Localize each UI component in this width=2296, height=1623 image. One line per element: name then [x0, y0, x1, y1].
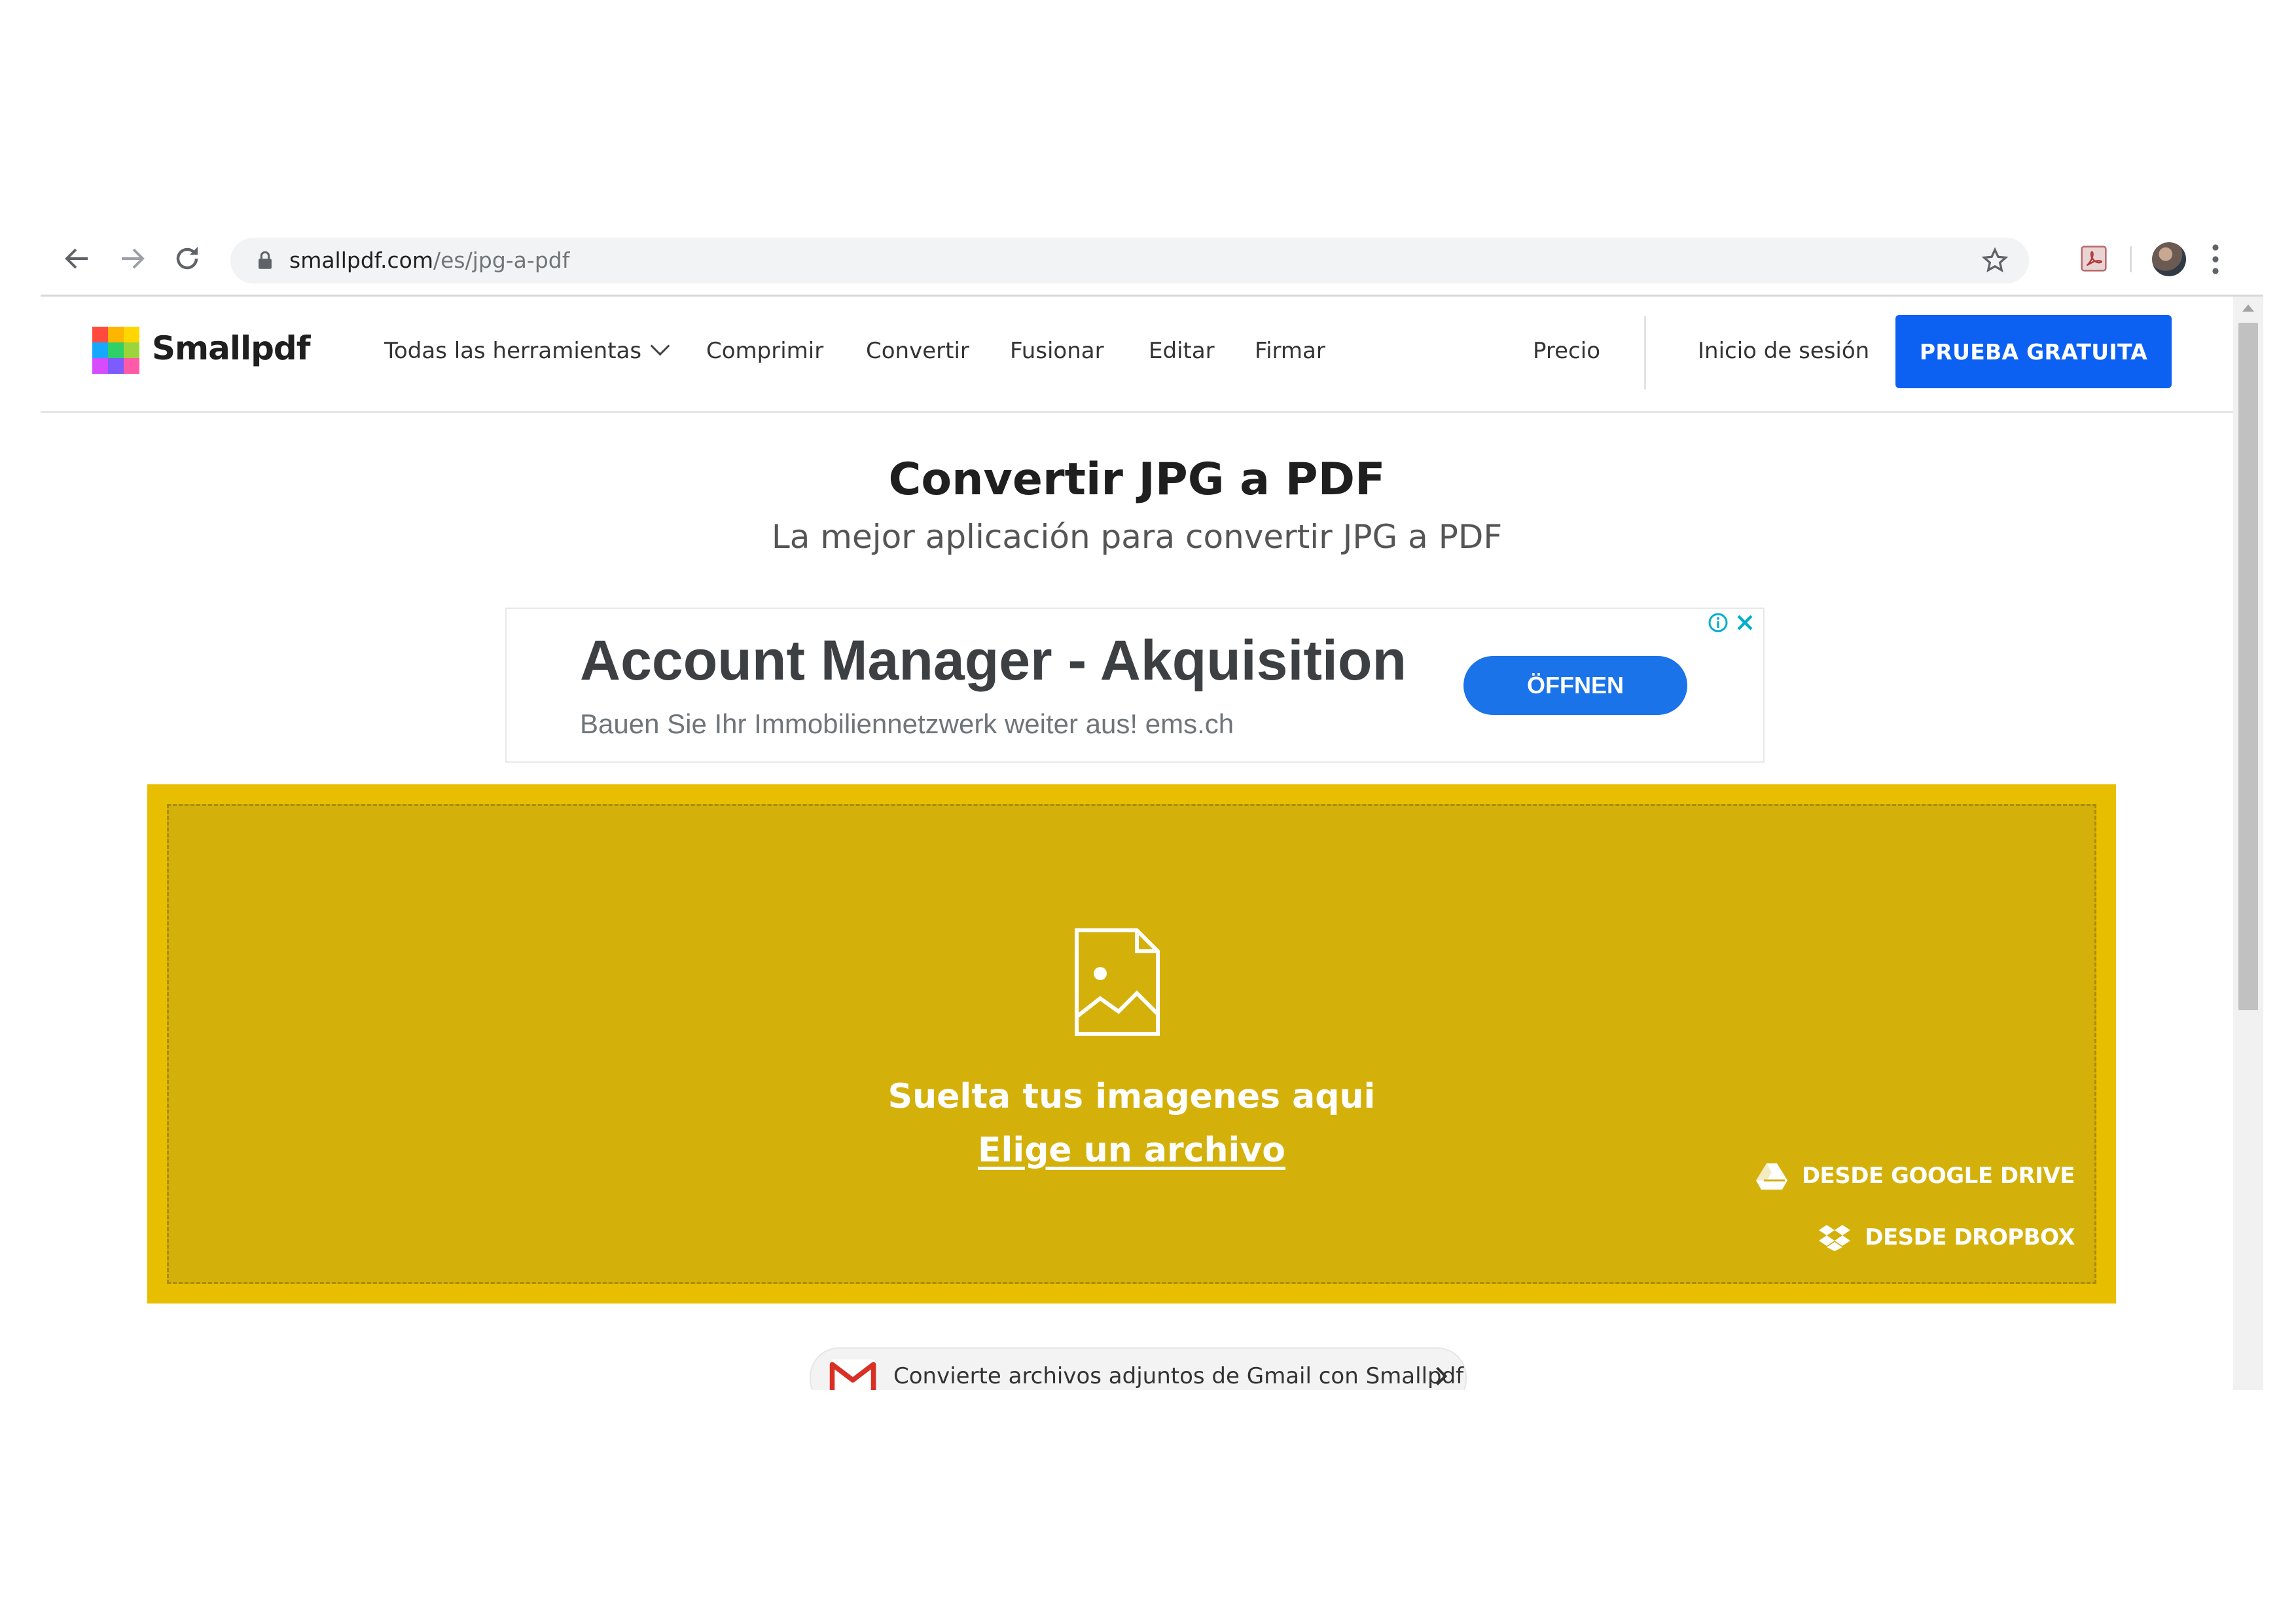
address-bar[interactable]: smallpdf.com/es/jpg-a-pdf: [230, 238, 2029, 283]
nav-compress[interactable]: Comprimir: [706, 338, 823, 364]
ad-title[interactable]: Account Manager - Akquisition: [580, 629, 1407, 693]
scrollbar-thumb[interactable]: [2238, 323, 2258, 1010]
file-drop-zone[interactable]: Suelta tus imagenes aqui Elige un archiv…: [147, 784, 2116, 1304]
page-scrollbar[interactable]: [2233, 297, 2263, 1390]
image-file-icon: [1075, 928, 1160, 1036]
nav-all-tools[interactable]: Todas las herramientas: [384, 336, 670, 364]
ad-open-button[interactable]: ÖFFNEN: [1463, 656, 1687, 715]
page-title: Convertir JPG a PDF: [888, 454, 1386, 505]
reload-button[interactable]: [169, 240, 206, 277]
ad-info-icon[interactable]: [1708, 612, 1729, 633]
chevron-down-icon: [650, 336, 670, 356]
brand-name[interactable]: Smallpdf: [152, 329, 310, 367]
nav-convert[interactable]: Convertir: [866, 338, 969, 364]
back-arrow-icon: [65, 248, 88, 269]
ad-description: Bauen Sie Ihr Immobiliennetzwerk weiter …: [580, 708, 1234, 739]
back-button[interactable]: [59, 240, 96, 277]
drop-zone-dashed-area[interactable]: Suelta tus imagenes aqui Elige un archiv…: [167, 804, 2096, 1284]
page-viewport: Smallpdf Todas las herramientas Comprimi…: [41, 297, 2233, 1390]
login-link[interactable]: Inicio de sesión: [1698, 338, 1869, 364]
gmail-icon: [829, 1359, 876, 1390]
site-header: Smallpdf Todas las herramientas Comprimi…: [41, 297, 2233, 413]
nav-edit[interactable]: Editar: [1149, 338, 1215, 364]
nav-merge[interactable]: Fusionar: [1010, 338, 1104, 364]
scroll-up-arrow-icon[interactable]: [2242, 304, 2254, 312]
ad-close-icon[interactable]: [1734, 612, 1755, 633]
nav-pricing[interactable]: Precio: [1533, 338, 1600, 364]
google-drive-button[interactable]: DESDE GOOGLE DRIVE: [1755, 1159, 2075, 1192]
google-drive-icon: [1755, 1163, 1787, 1190]
profile-avatar[interactable]: [2152, 242, 2186, 276]
nav-sign[interactable]: Firmar: [1255, 338, 1325, 364]
toolbar-separator: [2130, 246, 2132, 272]
reload-icon: [176, 247, 198, 270]
drop-instruction: Suelta tus imagenes aqui: [888, 1077, 1376, 1116]
url-path: /es/jpg-a-pdf: [433, 247, 570, 273]
google-drive-label: DESDE GOOGLE DRIVE: [1801, 1163, 2075, 1189]
url-host: smallpdf.com: [289, 247, 433, 273]
pdf-extension-icon[interactable]: [2079, 244, 2108, 273]
dropbox-label: DESDE DROPBOX: [1865, 1224, 2075, 1250]
forward-button[interactable]: [114, 240, 151, 277]
page-subtitle: La mejor aplicación para convertir JPG a…: [771, 518, 1503, 556]
forward-arrow-icon: [122, 248, 145, 269]
free-trial-button[interactable]: PRUEBA GRATUITA: [1895, 315, 2172, 388]
gmail-promo-text: Convierte archivos adjuntos de Gmail con…: [893, 1363, 1464, 1389]
lock-icon: [259, 251, 272, 269]
dropbox-icon: [1819, 1225, 1851, 1251]
nav-all-tools-label: Todas las herramientas: [384, 338, 642, 364]
gmail-promo-link[interactable]: Convierte archivos adjuntos de Gmail con…: [810, 1347, 1467, 1390]
dropbox-button[interactable]: DESDE DROPBOX: [1819, 1221, 2075, 1254]
header-separator: [1644, 316, 1646, 390]
browser-toolbar: smallpdf.com/es/jpg-a-pdf: [41, 223, 2263, 297]
ad-banner[interactable]: Account Manager - Akquisition Bauen Sie …: [505, 608, 1765, 763]
smallpdf-logo-icon[interactable]: [92, 327, 139, 374]
kebab-menu-icon[interactable]: [2209, 242, 2222, 276]
url-text: smallpdf.com/es/jpg-a-pdf: [289, 247, 569, 273]
star-icon[interactable]: [1981, 246, 2009, 275]
